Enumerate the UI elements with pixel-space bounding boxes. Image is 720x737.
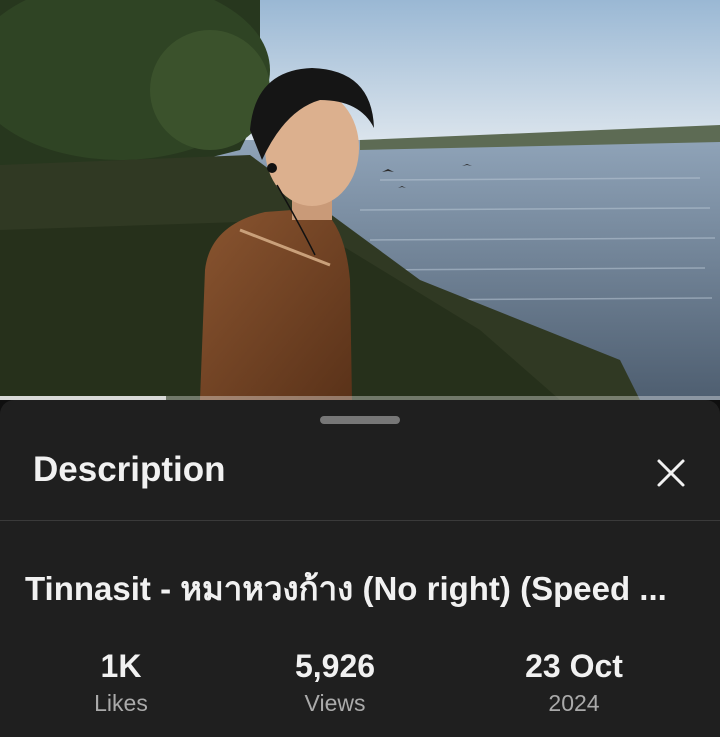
likes-count: 1K	[100, 648, 142, 684]
divider	[0, 520, 720, 521]
video-player[interactable]	[0, 0, 720, 400]
views-label: Views	[304, 690, 366, 716]
likes-stat: 1K Likes	[61, 646, 181, 718]
upload-date: 23 Oct	[525, 648, 623, 684]
drag-handle[interactable]	[320, 416, 400, 424]
close-button[interactable]	[648, 450, 694, 496]
views-count: 5,926	[294, 648, 376, 684]
date-stat: 23 Oct 2024	[494, 646, 654, 718]
video-title: Tinnasit - หมาหวงก้าง (No right) (Speed …	[25, 570, 667, 607]
views-stat: 5,926 Views	[255, 646, 415, 718]
upload-year: 2024	[548, 690, 600, 716]
description-sheet: Description Tinnasit - หมาหวงก้าง (No ri…	[0, 400, 720, 737]
likes-label: Likes	[94, 690, 148, 716]
video-frame	[0, 0, 720, 400]
sheet-title: Description	[33, 450, 226, 489]
close-icon	[657, 459, 685, 487]
